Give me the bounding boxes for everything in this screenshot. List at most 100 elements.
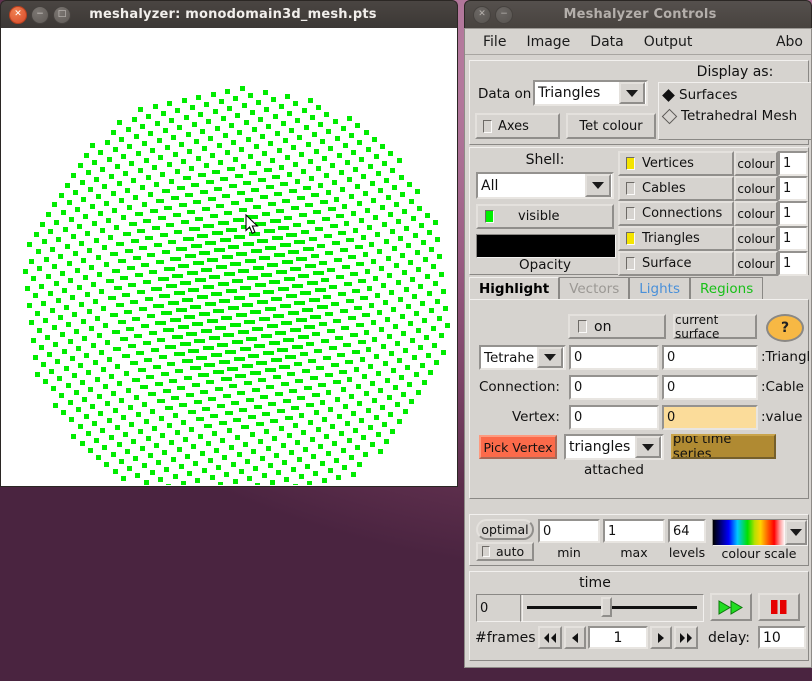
vertex-label: Vertex: (512, 409, 560, 425)
tab-highlight[interactable]: Highlight (469, 277, 559, 299)
colour-scale-gradient (713, 520, 785, 545)
time-slider-thumb[interactable] (601, 597, 612, 617)
mesh-window-title: meshalyzer: monodomain3d_mesh.pts (71, 7, 395, 22)
display-option-surfaces[interactable]: Surfaces (659, 87, 812, 103)
checkbox-surface[interactable] (626, 257, 635, 270)
menu-data[interactable]: Data (580, 32, 633, 52)
highlight-on-checkbox[interactable] (578, 320, 587, 333)
colour-value-triangles[interactable]: 1 (778, 226, 808, 251)
levels-field[interactable]: 64 (668, 519, 706, 543)
colour-button-cables[interactable]: colour (734, 176, 778, 201)
plot-time-series-button[interactable]: plot time series (671, 434, 776, 459)
element-toggle-cables[interactable]: Cables (618, 176, 734, 201)
optimal-button[interactable]: optimal (476, 519, 534, 540)
chevron-down-icon[interactable] (585, 174, 611, 197)
colour-value-vertices[interactable]: 1 (778, 151, 808, 176)
checkbox-connections[interactable] (626, 207, 635, 220)
attached-select[interactable]: triangles (564, 434, 664, 460)
mesh-render-canvas[interactable] (0, 28, 458, 487)
pause-button[interactable] (758, 593, 800, 621)
max-field[interactable]: 1 (603, 519, 665, 543)
element-label: Triangles (642, 231, 700, 246)
data-on-select[interactable]: Triangles (533, 80, 648, 106)
auto-checkbox[interactable] (482, 546, 490, 557)
colour-value-connections[interactable]: 1 (778, 201, 808, 226)
tab-regions[interactable]: Regions (690, 277, 763, 299)
element-label: Vertices (642, 156, 694, 171)
visible-button[interactable]: visible (476, 204, 614, 229)
menu-image[interactable]: Image (516, 32, 580, 52)
step-back-icon (571, 633, 579, 643)
display-option-tetrahedral-mesh[interactable]: Tetrahedral Mesh (659, 108, 812, 124)
current-surface-button[interactable]: current surface (673, 314, 757, 339)
colour-button-surface[interactable]: colour (734, 251, 778, 276)
tab-lights[interactable]: Lights (629, 277, 690, 299)
frames-field[interactable]: 1 (588, 626, 648, 649)
min-field[interactable]: 0 (538, 519, 600, 543)
colour-value-surface[interactable]: 1 (778, 251, 808, 276)
chevron-down-icon[interactable] (619, 82, 645, 104)
highlight-panel: on current surface ? Tetrahe 0 0 :Triang… (469, 299, 809, 499)
play-icon (718, 600, 744, 615)
tet-colour-button[interactable]: Tet colour (566, 113, 656, 139)
highlight-element-field[interactable]: 0 (569, 345, 659, 370)
maximize-icon[interactable]: □ (53, 6, 71, 24)
element-toggle-vertices[interactable]: Vertices (618, 151, 734, 176)
shell-select[interactable]: All (476, 172, 614, 199)
next-frame-button[interactable] (650, 626, 672, 649)
mesh-point-cloud (2, 28, 457, 485)
checkbox-vertices[interactable] (626, 157, 635, 170)
checkbox-cables[interactable] (626, 182, 635, 195)
menu-output[interactable]: Output (634, 32, 703, 52)
minimize-icon[interactable]: − (495, 6, 513, 24)
close-icon[interactable]: ✕ (9, 6, 27, 24)
help-button[interactable]: ? (766, 314, 804, 342)
highlight-element-select[interactable]: Tetrahe (479, 345, 566, 370)
chevron-down-icon[interactable] (537, 347, 563, 368)
colour-scale-select[interactable] (712, 519, 808, 546)
current-surface-label: current surface (675, 313, 755, 341)
highlight-triangle-field[interactable]: 0 (662, 345, 758, 370)
highlight-cable-field[interactable]: 0 (662, 375, 758, 400)
axes-button[interactable]: Axes (475, 113, 560, 139)
opacity-slider[interactable] (476, 234, 616, 258)
play-button[interactable] (710, 593, 752, 621)
pick-vertex-button[interactable]: Pick Vertex (479, 435, 557, 459)
time-slider[interactable] (520, 594, 704, 622)
menu-file[interactable]: File (473, 32, 516, 52)
highlight-vertex-field[interactable]: 0 (569, 405, 659, 430)
help-icon: ? (781, 320, 789, 336)
colour-scale-label: colour scale (712, 546, 806, 561)
minimize-icon[interactable]: − (31, 6, 49, 24)
element-toggle-triangles[interactable]: Triangles (618, 226, 734, 251)
last-frame-button[interactable] (674, 626, 698, 649)
delay-field[interactable]: 10 (758, 626, 806, 649)
tet-colour-label: Tet colour (579, 119, 642, 134)
controls-window-titlebar[interactable]: ✕ − Meshalyzer Controls (464, 0, 812, 28)
highlight-on-label: on (594, 319, 611, 335)
colour-value-cables[interactable]: 1 (778, 176, 808, 201)
highlight-connection-field[interactable]: 0 (569, 375, 659, 400)
colour-button-vertices[interactable]: colour (734, 151, 778, 176)
display-option-tetrahedral-mesh-label: Tetrahedral Mesh (681, 108, 797, 124)
highlight-on-toggle[interactable]: on (568, 314, 666, 339)
element-label: Surface (642, 256, 692, 271)
levels-label: levels (666, 545, 708, 560)
axes-checkbox[interactable] (483, 120, 492, 133)
colour-button-connections[interactable]: colour (734, 201, 778, 226)
element-toggle-surface[interactable]: Surface (618, 251, 734, 276)
pick-vertex-label: Pick Vertex (483, 440, 552, 455)
colour-button-triangles[interactable]: colour (734, 226, 778, 251)
mesh-window-titlebar[interactable]: ✕ − □ meshalyzer: monodomain3d_mesh.pts (0, 0, 458, 28)
chevron-down-icon[interactable] (635, 436, 661, 458)
first-frame-button[interactable] (538, 626, 562, 649)
close-icon[interactable]: ✕ (473, 6, 491, 24)
element-toggle-connections[interactable]: Connections (618, 201, 734, 226)
auto-toggle[interactable]: auto (476, 542, 534, 561)
chevron-down-icon[interactable] (785, 520, 807, 545)
menu-about[interactable]: Abo (766, 32, 803, 52)
highlight-value-field[interactable]: 0 (662, 405, 758, 430)
prev-frame-button[interactable] (564, 626, 586, 649)
checkbox-triangles[interactable] (626, 232, 635, 245)
tab-vectors[interactable]: Vectors (559, 277, 629, 299)
